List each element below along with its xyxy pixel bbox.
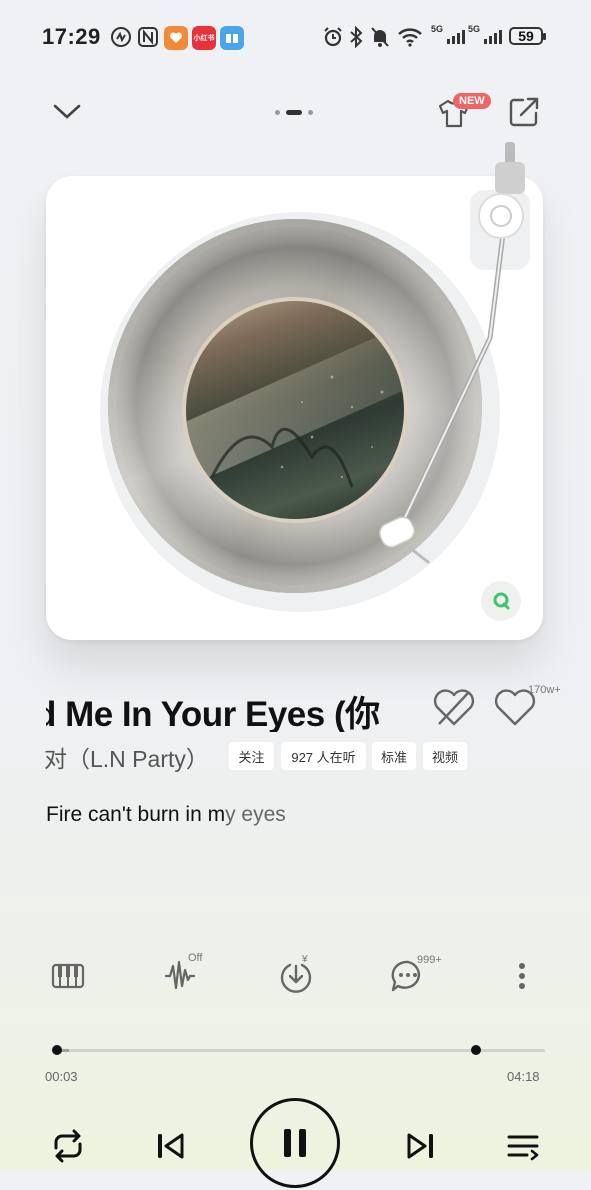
download-icon	[280, 963, 312, 993]
signal-5g-icon: 5G	[431, 24, 465, 44]
skip-next-icon	[407, 1133, 433, 1159]
book-app-icon	[220, 26, 244, 50]
pause-icon	[284, 1129, 306, 1157]
lyric-sung: Fire can't burn in m	[46, 803, 226, 826]
q-badge[interactable]	[481, 581, 521, 621]
wifi-icon	[397, 26, 423, 48]
status-time: 17:29	[42, 24, 101, 49]
total-time: 04:18	[507, 1069, 540, 1084]
previous-button[interactable]	[150, 1124, 190, 1168]
playlist-button[interactable]	[503, 1124, 543, 1168]
next-button[interactable]	[401, 1124, 441, 1168]
song-title: Find Me In Your Eyes (你	[46, 695, 380, 732]
share-icon	[509, 97, 539, 127]
bluetooth-icon	[348, 26, 364, 48]
mute-bell-icon	[370, 26, 390, 48]
follow-chip[interactable]: 关注	[229, 742, 274, 770]
piano-icon	[51, 963, 85, 989]
share-button[interactable]	[506, 94, 542, 130]
pause-button[interactable]	[250, 1098, 340, 1188]
page-indicator[interactable]	[275, 110, 313, 115]
alarm-icon	[322, 26, 344, 48]
signal-5g-icon-2: 5G	[468, 24, 502, 44]
elapsed-time: 00:03	[45, 1069, 78, 1084]
skip-previous-icon	[158, 1133, 184, 1159]
artist-name[interactable]: 对（L.N Party）	[44, 740, 209, 774]
rhythm-app-icon	[110, 26, 132, 48]
repeat-button[interactable]	[46, 1124, 90, 1168]
sound-effect-button[interactable]: Off	[162, 952, 212, 996]
tonearm[interactable]	[370, 138, 540, 578]
lyric-upcoming: y eyes	[225, 803, 286, 826]
download-button[interactable]: ¥	[276, 954, 316, 996]
song-title-container: Find Me In Your Eyes (你	[46, 686, 396, 732]
lyric-line[interactable]: Fire can't burn in my eyes	[46, 803, 286, 827]
page-dot	[275, 110, 280, 115]
page-dot	[308, 110, 313, 115]
repeat-icon	[54, 1129, 82, 1163]
nfc-icon	[137, 26, 159, 48]
xiaohongshu-icon: 小红书	[192, 26, 216, 50]
effect-state: Off	[188, 952, 203, 964]
progress-thumb[interactable]	[51, 1045, 62, 1055]
q-logo-icon	[493, 592, 510, 610]
collapse-button[interactable]	[50, 96, 84, 126]
heart-app-icon	[164, 26, 188, 50]
page-dot-active	[286, 110, 302, 115]
video-chip[interactable]: 视频	[423, 742, 467, 770]
download-price: ¥	[302, 954, 308, 965]
quality-chip[interactable]: 标准	[372, 742, 416, 770]
more-button[interactable]	[510, 956, 534, 996]
new-badge: NEW	[453, 93, 491, 109]
piano-button[interactable]	[50, 956, 86, 996]
chevron-down-icon	[53, 104, 81, 119]
comment-count: 999+	[417, 954, 442, 966]
like-count: 170w+	[528, 684, 561, 696]
dislike-button[interactable]	[430, 686, 478, 730]
broken-heart-icon	[433, 689, 475, 726]
playlist-icon	[507, 1135, 539, 1161]
listeners-chip[interactable]: 927 人在听	[281, 742, 366, 770]
battery-indicator: 59	[509, 27, 546, 45]
comment-button[interactable]: 999+	[389, 954, 449, 996]
progress-marker[interactable]	[470, 1045, 481, 1055]
more-vertical-icon	[519, 963, 525, 989]
